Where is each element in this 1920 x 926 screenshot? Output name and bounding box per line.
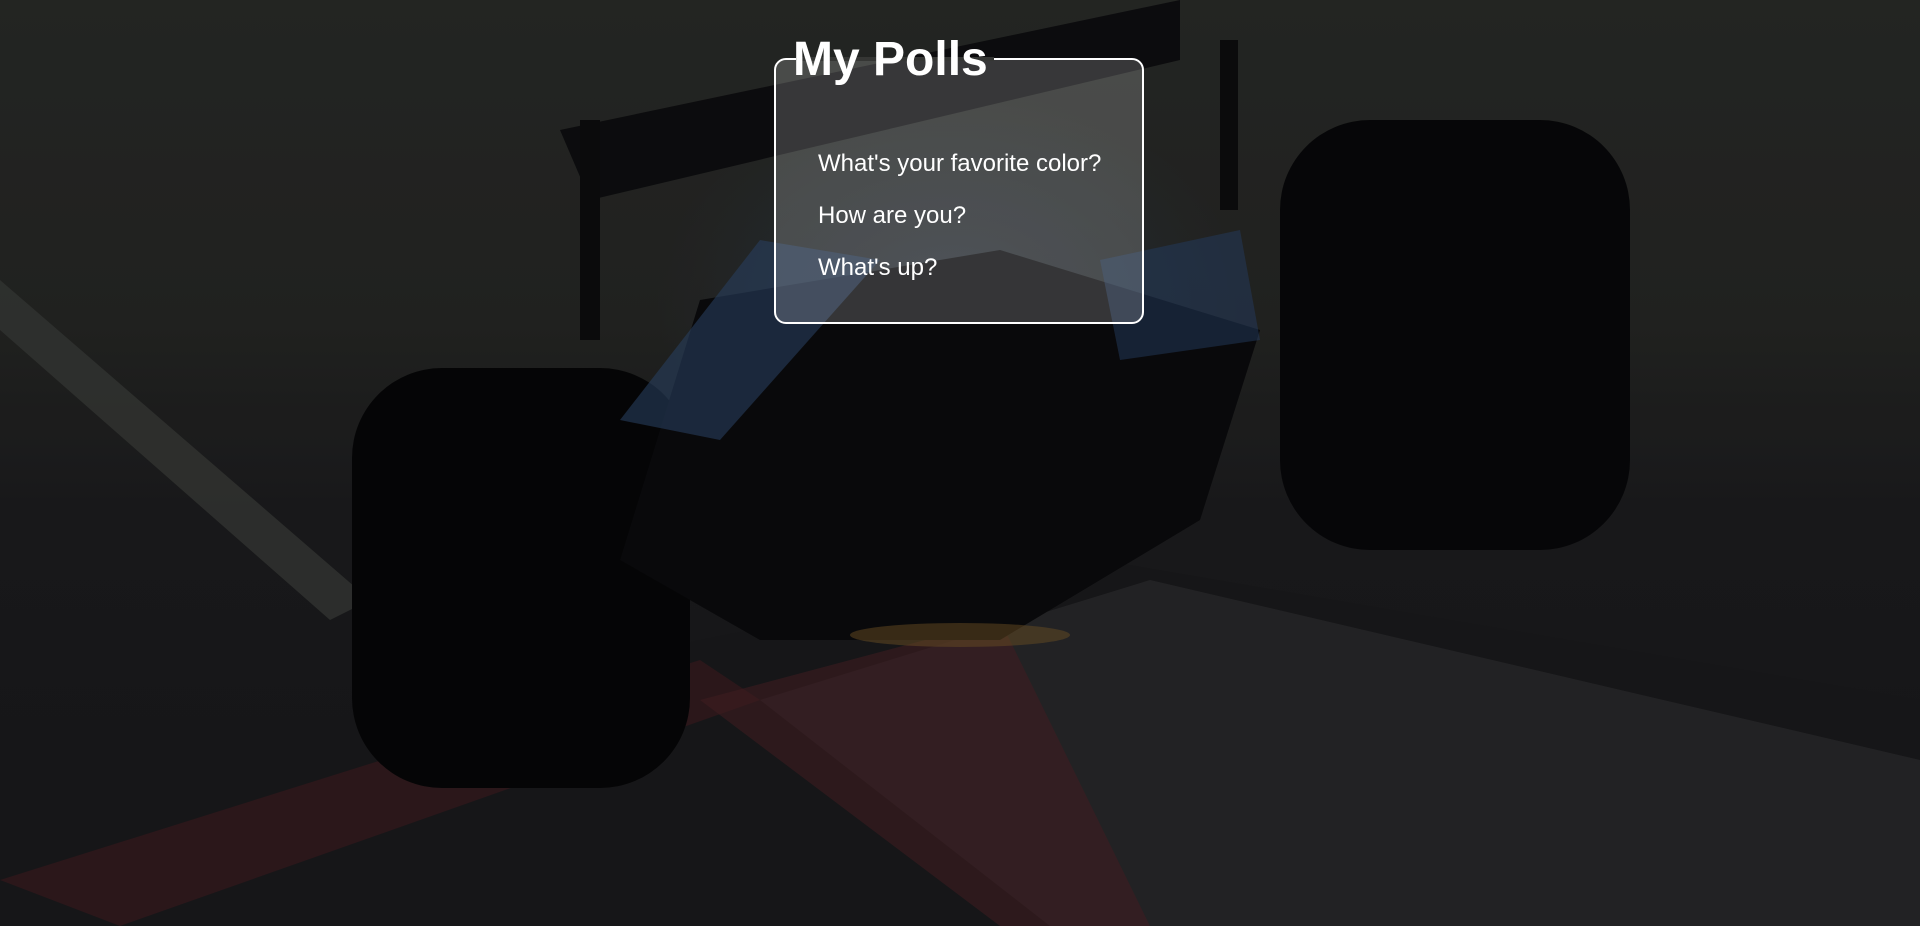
poll-list-item[interactable]: What's up? — [818, 254, 1101, 282]
poll-list-item[interactable]: What's your favorite color? — [818, 150, 1101, 178]
polls-panel: My Polls What's your favorite color? How… — [774, 33, 1144, 324]
page-title: My Polls — [793, 33, 988, 86]
poll-list: What's your favorite color? How are you?… — [818, 150, 1101, 306]
poll-list-item[interactable]: How are you? — [818, 202, 1101, 230]
